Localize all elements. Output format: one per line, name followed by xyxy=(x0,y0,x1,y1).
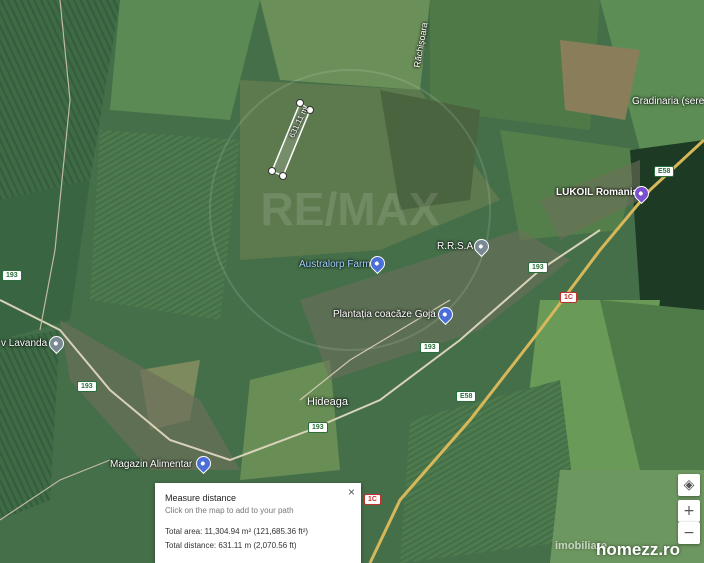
total-distance: Total distance: 631.11 m (2,070.56 ft) xyxy=(165,541,297,550)
zoom-in-button[interactable]: + xyxy=(678,500,700,522)
place-label-lukoil: LUKOIL Romania xyxy=(556,187,639,198)
satellite-map[interactable]: RE/MAX xyxy=(0,0,704,563)
total-area: Total area: 11,304.94 m² (121,685.36 ft²… xyxy=(165,527,309,536)
locate-icon[interactable]: ◈ xyxy=(678,474,700,496)
homezz-watermark: homezz.ro xyxy=(596,540,681,559)
close-icon[interactable]: × xyxy=(348,485,355,499)
place-label-magazin: Magazin Alimentar xyxy=(110,459,193,470)
measure-panel-hint: Click on the map to add to your path xyxy=(165,506,294,515)
road-badge-e58-mid: E58 xyxy=(456,391,477,402)
place-label-lavanda: v Lavanda xyxy=(1,338,48,349)
measure-panel-title: Measure distance xyxy=(165,493,237,503)
road-badge-193-bottom: 193 xyxy=(308,422,328,433)
road-badge-1c-upper: 1C xyxy=(560,292,577,303)
road-badge-193-left: 193 xyxy=(2,270,22,281)
road-badge-1c-lower: 1C xyxy=(364,494,381,505)
place-label-hideaga: Hideaga xyxy=(307,396,348,408)
place-label-plantatia: Plantația coacăze Goja xyxy=(333,309,436,320)
zoom-out-button[interactable]: − xyxy=(678,522,700,544)
measure-distance-panel: Measure distance Click on the map to add… xyxy=(155,483,361,563)
road-badge-193-right: 193 xyxy=(528,262,548,273)
road-badge-193-center: 193 xyxy=(420,342,440,353)
road-badge-193-lower-left: 193 xyxy=(77,381,97,392)
svg-text:RE/MAX: RE/MAX xyxy=(261,183,440,235)
place-label-gradinaria: Gradinaria (sere xyxy=(632,96,704,107)
place-label-australorp: Australorp Farm xyxy=(299,259,371,270)
place-label-rrsa: R.R.S.A xyxy=(437,241,474,252)
road-badge-e58-top: E58 xyxy=(654,166,675,177)
